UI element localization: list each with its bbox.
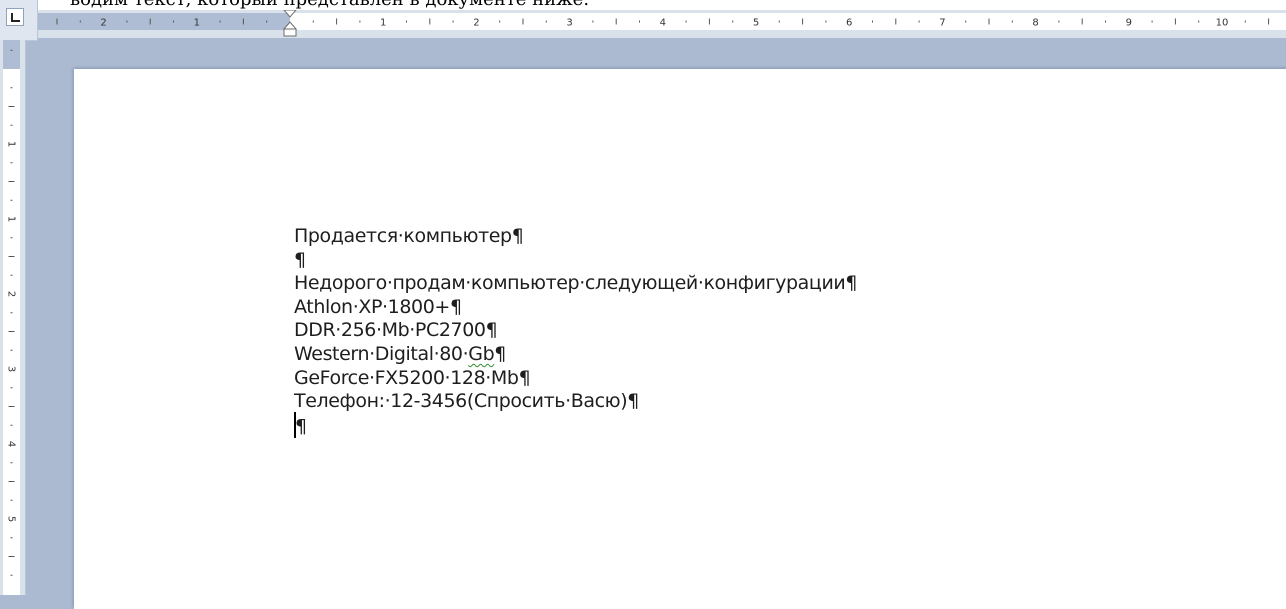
paragraph-phone[interactable]: Телефон:·12-3456(Спросить·Васю)¶ [294, 390, 857, 414]
paragraph-empty[interactable]: ¶ [294, 249, 857, 273]
paragraph-video[interactable]: GeForce·FX5200·128·Mb¶ [294, 367, 857, 391]
ruler-label: 9 [1126, 18, 1132, 29]
paragraph-mark: ¶ [518, 366, 531, 389]
paragraph-title[interactable]: Продается·компьютер¶ [294, 225, 857, 249]
ruler-label: 5 [6, 516, 17, 522]
paragraph-text: Недорого·продам·компьютер·следующей·конф… [294, 272, 846, 295]
horizontal-ruler-scale: 32112345678910111213 [38, 10, 1286, 37]
paragraph-text: Телефон:·12-3456(Спросить·Васю) [294, 390, 628, 413]
ruler-label: 10 [1216, 18, 1229, 29]
paragraph-mark: ¶ [627, 390, 639, 413]
ruler-label: 5 [753, 18, 759, 29]
vertical-ruler-scale: 1 1 2 3 4 5 [3, 40, 20, 595]
ruler-label: 1 [6, 216, 17, 222]
vertical-ruler[interactable]: 1 1 2 3 4 5 [0, 40, 26, 595]
paragraph-mark: ¶ [845, 272, 858, 295]
paragraph-text: DDR·256·Mb·PC2700 [294, 319, 486, 342]
left-indent-marker[interactable] [283, 28, 297, 37]
ruler-label: 1 [194, 18, 200, 29]
document-page[interactable]: Продается·компьютер¶ ¶ Недорого·продам·к… [74, 69, 1286, 609]
paragraph-text: GeForce·FX5200·128·Mb [294, 366, 519, 389]
horizontal-ruler[interactable]: 32112345678910111213 [38, 10, 1286, 38]
paragraph-mark: ¶ [294, 248, 306, 271]
paragraph-text: Athlon·XP·1800+ [294, 295, 450, 318]
paragraph-mark: ¶ [485, 319, 498, 342]
paragraph-mark: ¶ [449, 295, 462, 318]
ruler-corner [0, 0, 38, 41]
ruler-label: 3 [566, 18, 572, 29]
text-cursor [294, 411, 296, 438]
paragraph-memory[interactable]: DDR·256·Mb·PC2700¶ [294, 319, 857, 343]
paragraph-mark: ¶ [511, 225, 524, 247]
ruler-label: 8 [1032, 18, 1038, 29]
paragraph-text: Western·Digital·80· [294, 342, 469, 365]
ruler-label: 7 [939, 18, 945, 29]
paragraph-mark: ¶ [295, 415, 307, 438]
ruler-label: 1 [380, 18, 386, 29]
cropped-caption-strip: водим текст, который представлен в докум… [0, 0, 1286, 10]
ruler-label: 2 [100, 18, 106, 29]
paragraph-intro[interactable]: Недорого·продам·компьютер·следующей·конф… [294, 272, 857, 296]
document-body[interactable]: Продается·компьютер¶ ¶ Недорого·продам·к… [294, 225, 857, 438]
ruler-label: 6 [846, 18, 852, 29]
ruler-label: 4 [6, 441, 17, 447]
grammar-flagged-word[interactable]: Gb [468, 343, 494, 365]
paragraph-mark: ¶ [494, 342, 506, 365]
paragraph-last[interactable]: ¶ [294, 411, 857, 438]
paragraph-cpu[interactable]: Athlon·XP·1800+¶ [294, 296, 857, 320]
ruler-label: 2 [6, 291, 17, 297]
paragraph-text: Продается·компьютер [294, 225, 512, 247]
ruler-label: 4 [660, 18, 666, 29]
ruler-label: 2 [473, 18, 479, 29]
ruler-label: 1 [6, 141, 17, 147]
paragraph-disk[interactable]: Western·Digital·80·Gb¶ [294, 343, 857, 367]
left-tab-icon [11, 13, 20, 22]
tab-selector-button[interactable] [6, 8, 24, 26]
ruler-label: 3 [6, 366, 17, 372]
cropped-caption-text: водим текст, который представлен в докум… [70, 0, 589, 9]
